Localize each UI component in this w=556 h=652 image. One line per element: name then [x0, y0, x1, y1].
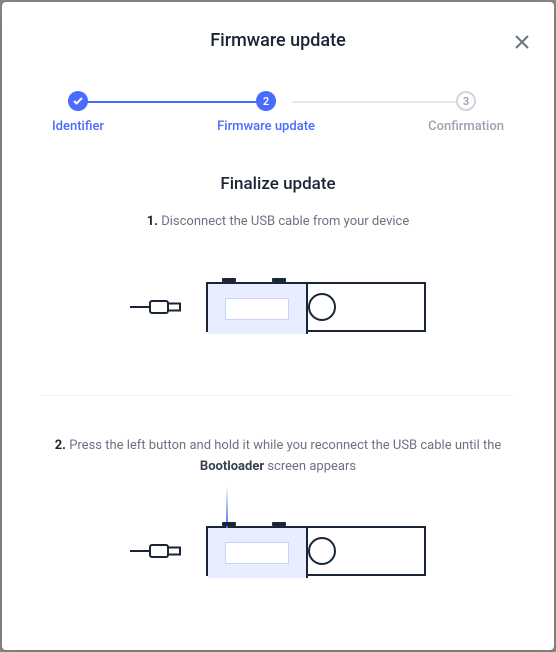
illustration-disconnect — [42, 267, 514, 347]
device-screen-icon — [225, 298, 289, 320]
step-number: 1. — [147, 214, 158, 229]
step-label: Firmware update — [217, 119, 315, 134]
step-circle-pending: 3 — [456, 91, 476, 111]
modal-title: Firmware update — [26, 30, 530, 51]
instruction-step-1: 1. Disconnect the USB cable from your de… — [42, 212, 514, 233]
device-button-right-icon — [272, 522, 286, 526]
check-icon — [73, 97, 83, 105]
step-circle-done — [68, 91, 88, 111]
section-divider — [42, 395, 514, 396]
content-subtitle: Finalize update — [42, 174, 514, 194]
step-text-a: Press the left button and hold it while … — [69, 438, 501, 453]
step-circle-active: 2 — [256, 91, 276, 111]
close-button[interactable] — [510, 30, 534, 54]
device-button-right-icon — [272, 278, 286, 282]
step-identifier: Identifier — [52, 91, 104, 134]
step-text-b: screen appears — [264, 459, 356, 474]
step-text: Disconnect the USB cable from your devic… — [161, 214, 409, 229]
device-button-left-icon — [222, 278, 236, 282]
content-area: Finalize update 1. Disconnect the USB ca… — [2, 174, 554, 591]
device-screen-icon — [225, 542, 289, 564]
modal-header: Firmware update — [2, 2, 554, 63]
device-button-left-icon — [222, 522, 236, 526]
step-confirmation: 3 Confirmation — [428, 91, 504, 134]
close-icon — [515, 35, 529, 49]
ledger-device-icon — [206, 526, 426, 576]
instruction-step-2: 2. Press the left button and hold it whi… — [42, 436, 514, 478]
device-swivel-icon — [308, 293, 336, 321]
step-number: 2. — [55, 438, 66, 453]
usb-cable-icon — [130, 541, 182, 561]
usb-cable-icon — [130, 297, 182, 317]
step-label: Identifier — [52, 119, 104, 134]
step-label: Confirmation — [428, 119, 504, 134]
device-swivel-icon — [308, 537, 336, 565]
firmware-update-modal: Firmware update Identifier 2 Firmware up… — [2, 2, 554, 650]
step-firmware-update: 2 Firmware update — [217, 91, 315, 134]
stepper: Identifier 2 Firmware update 3 Confirmat… — [2, 63, 554, 174]
step-text-bold: Bootloader — [200, 459, 264, 474]
ledger-device-icon — [206, 282, 426, 332]
illustration-reconnect — [42, 511, 514, 591]
